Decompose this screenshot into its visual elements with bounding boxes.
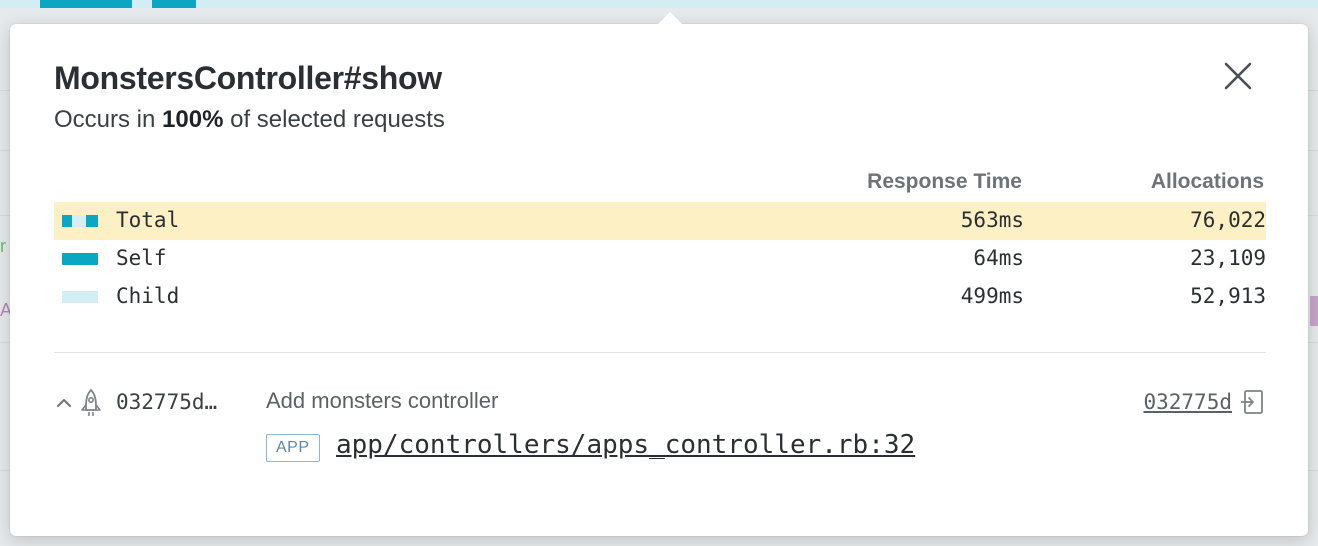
background-chip [1310,296,1318,326]
commit-sha-short: 032775d… [116,390,218,414]
row-label: Child [116,284,180,308]
child-swatch-icon [62,291,98,303]
commit-message: Add monsters controller [266,388,499,413]
frame-detail-popover: MonstersController#show Occurs in 100% o… [10,12,1308,536]
popover-title: MonstersController#show [54,60,442,96]
total-swatch-icon [62,215,98,227]
background-letter: r [0,236,6,256]
metrics-row-self: Self 64ms 23,109 [54,240,1266,278]
background-tab [152,0,196,8]
app-badge: APP [266,434,320,462]
self-swatch-icon [62,253,98,265]
rocket-icon [81,389,101,416]
popover-caret [658,12,682,24]
popover-subtitle: Occurs in 100% of selected requests [54,106,445,134]
column-header-allocations[interactable]: Allocations [1151,170,1264,194]
column-header-response-time[interactable]: Response Time [867,170,1022,194]
commit-row: 032775d… Add monsters controller 032775d [54,386,1266,426]
metrics-row-total: Total 563ms 76,022 [54,202,1266,240]
chevron-up-icon[interactable] [54,392,74,412]
allocations-value: 23,109 [1190,246,1266,270]
subtitle-suffix: of selected requests [223,106,445,133]
background-top-strip [0,0,1318,8]
subtitle-prefix: Occurs in [54,106,163,133]
allocations-value: 52,913 [1190,284,1266,308]
subtitle-percent: 100% [162,106,224,133]
metrics-row-child: Child 499ms 52,913 [54,278,1266,316]
copy-icon[interactable] [1240,388,1266,416]
response-time-value: 499ms [960,284,1024,308]
response-time-value: 64ms [973,246,1024,270]
commit-sha-link[interactable]: 032775d [1143,390,1232,414]
close-icon [1224,62,1252,90]
background-tab [40,0,132,8]
section-divider [54,352,1266,353]
response-time-value: 563ms [960,208,1024,232]
row-label: Total [116,208,180,232]
file-path-link[interactable]: app/controllers/apps_controller.rb:32 [336,430,915,460]
allocations-value: 76,022 [1190,208,1266,232]
close-button[interactable] [1220,58,1256,94]
row-label: Self [116,246,167,270]
